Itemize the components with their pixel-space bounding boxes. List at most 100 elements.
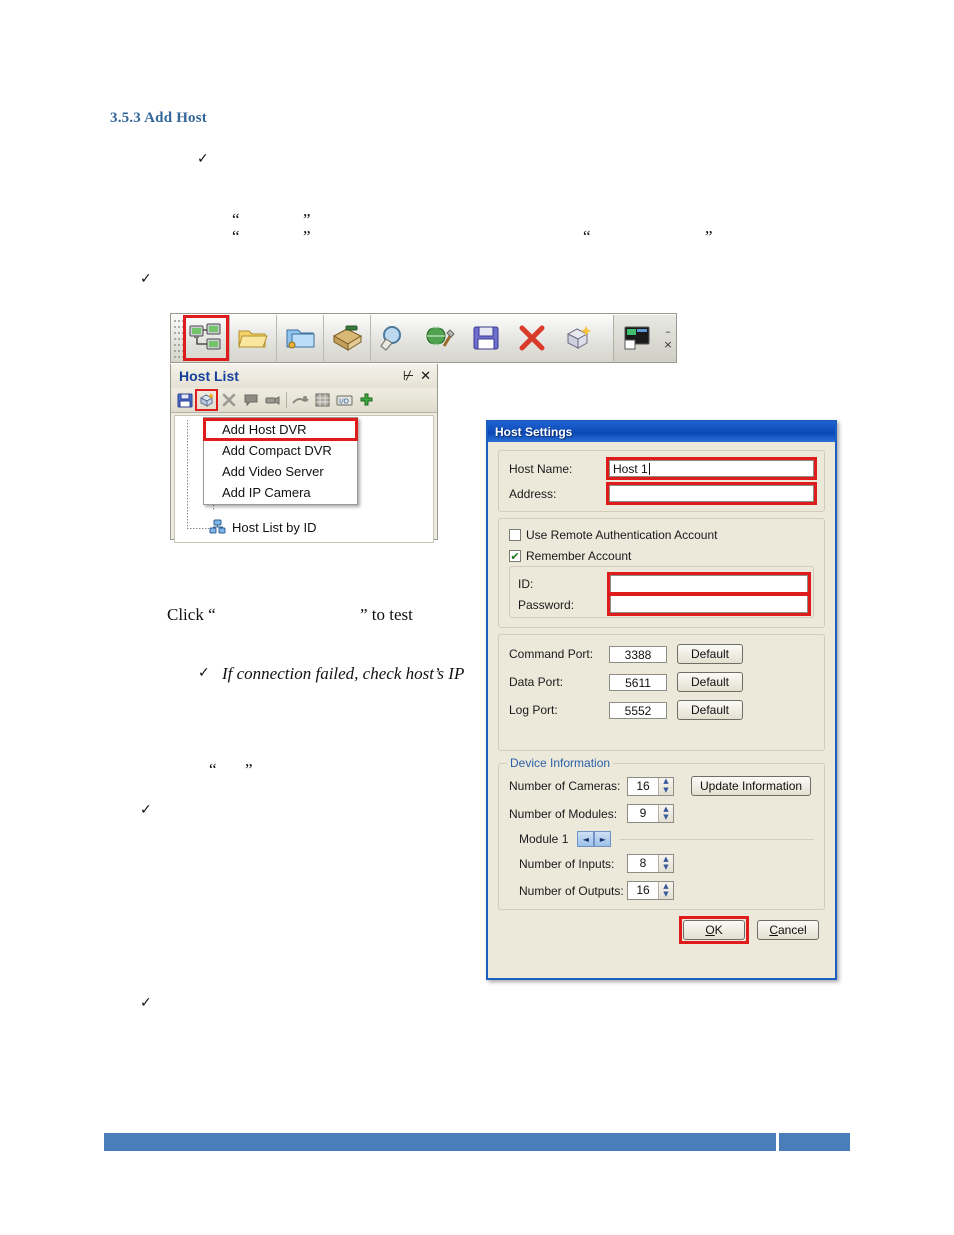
inputs-stepper[interactable]: 8 ▲ ▼ bbox=[627, 854, 674, 873]
credentials-box: ID: Password: bbox=[509, 566, 814, 618]
delete-x-icon[interactable] bbox=[509, 315, 555, 361]
add-green-icon[interactable] bbox=[356, 390, 377, 410]
toolbar-drag-grip[interactable] bbox=[173, 318, 183, 358]
camera-icon[interactable] bbox=[262, 390, 283, 410]
dialog-button-row: OK Cancel bbox=[498, 916, 825, 944]
network-icon bbox=[209, 519, 226, 534]
use-remote-auth-checkbox[interactable] bbox=[509, 529, 521, 541]
host-list-title-icons: ⊬ ✕ bbox=[403, 369, 431, 384]
host-list-icon[interactable] bbox=[183, 315, 229, 361]
log-port-default-button[interactable]: Default bbox=[677, 700, 743, 720]
command-port-default-button[interactable]: Default bbox=[677, 644, 743, 664]
update-information-button[interactable]: Update Information bbox=[691, 776, 812, 796]
spinner-arrows[interactable]: ▲ ▼ bbox=[658, 882, 673, 899]
inputs-label: Number of Inputs: bbox=[519, 856, 615, 871]
use-remote-auth-row[interactable]: Use Remote Authentication Account bbox=[509, 528, 814, 542]
footer-bar-left bbox=[104, 1133, 776, 1151]
bullet-check-4: ✓ bbox=[140, 802, 152, 818]
add-host-icon[interactable] bbox=[195, 389, 218, 411]
password-row: Password: bbox=[510, 593, 813, 616]
host-list-toolbar: I/O bbox=[171, 388, 437, 413]
window-min-close-controls[interactable]: – × bbox=[660, 315, 676, 361]
modules-row: Number of Modules: 9 ▲ ▼ bbox=[509, 804, 814, 823]
bullet-check-3: ✓ bbox=[198, 665, 210, 681]
outputs-stepper[interactable]: 16 ▲ ▼ bbox=[627, 881, 674, 900]
click-instruction-prefix: Click “ bbox=[167, 605, 216, 624]
message-icon[interactable] bbox=[240, 390, 261, 410]
id-label: ID: bbox=[518, 576, 534, 591]
spinner-arrows[interactable]: ▲ ▼ bbox=[658, 777, 673, 795]
spinner-arrows[interactable]: ▲ ▼ bbox=[658, 805, 673, 822]
remember-account-checkbox[interactable]: ✔ bbox=[509, 550, 521, 562]
tree-guide-line bbox=[187, 420, 188, 528]
application-toolbar: – × bbox=[170, 313, 677, 363]
ok-button-rest: K bbox=[714, 923, 723, 937]
bullet-check-2: ✓ bbox=[140, 271, 152, 287]
menu-item-add-ip-camera[interactable]: Add IP Camera bbox=[204, 482, 357, 503]
ok-button-highlight: OK bbox=[679, 916, 749, 944]
account-group: Use Remote Authentication Account ✔ Reme… bbox=[498, 518, 825, 628]
use-remote-auth-label: Use Remote Authentication Account bbox=[526, 528, 718, 542]
modules-stepper[interactable]: 9 ▲ ▼ bbox=[627, 804, 674, 823]
quote-open-4: “ bbox=[209, 760, 217, 779]
footer-bar-right bbox=[779, 1133, 850, 1151]
host-identity-group: Host Name: Host 1 Address: bbox=[498, 450, 825, 512]
pin-icon[interactable]: ⊬ bbox=[403, 369, 414, 384]
log-port-row: Log Port: 5552 Default bbox=[509, 700, 814, 720]
connector-icon[interactable] bbox=[290, 390, 311, 410]
add-host-context-menu: Add Host DVR Add Compact DVR Add Video S… bbox=[203, 417, 358, 505]
cancel-button[interactable]: Cancel bbox=[757, 920, 819, 940]
command-port-input[interactable]: 3388 bbox=[609, 645, 667, 663]
data-port-label: Data Port: bbox=[509, 675, 564, 689]
dialog-titlebar: Host Settings bbox=[488, 422, 835, 442]
blue-folder-icon[interactable] bbox=[277, 315, 323, 361]
data-port-row: Data Port: 5611 Default bbox=[509, 672, 814, 692]
password-label: Password: bbox=[518, 597, 575, 612]
delete-icon[interactable] bbox=[218, 390, 239, 410]
inputs-value: 8 bbox=[639, 856, 647, 870]
io-icon[interactable]: I/O bbox=[334, 390, 355, 410]
cameras-stepper[interactable]: 16 ▲ ▼ bbox=[627, 776, 674, 796]
log-port-input[interactable]: 5552 bbox=[609, 701, 667, 719]
outputs-value: 16 bbox=[636, 883, 650, 897]
tree-branch bbox=[187, 528, 209, 529]
host-list-titlebar: Host List ⊬ ✕ bbox=[171, 364, 437, 388]
address-label: Address: bbox=[509, 486, 557, 501]
module-next-button[interactable]: ► bbox=[594, 831, 612, 847]
cancel-accel-letter: C bbox=[769, 923, 778, 937]
menu-item-add-compact-dvr[interactable]: Add Compact DVR bbox=[204, 440, 357, 461]
bullet-check-1: ✓ bbox=[197, 151, 209, 167]
host-name-input[interactable]: Host 1 bbox=[606, 457, 817, 480]
ok-accel-letter: O bbox=[705, 923, 715, 937]
data-port-default-button[interactable]: Default bbox=[677, 672, 743, 692]
close-icon[interactable]: ✕ bbox=[420, 369, 431, 384]
save-floppy-icon[interactable] bbox=[463, 315, 509, 361]
host-settings-dialog: Host Settings Host Name: Host 1 Address:… bbox=[486, 420, 837, 980]
ports-group: Command Port: 3388 Default Data Port: 56… bbox=[498, 634, 825, 751]
quote-close-4: ” bbox=[245, 760, 253, 779]
search-magnifier-icon[interactable] bbox=[371, 315, 417, 361]
open-folder-icon[interactable] bbox=[230, 315, 276, 361]
dialog-title: Host Settings bbox=[495, 425, 573, 439]
outputs-row: Number of Outputs: 16 ▲ ▼ bbox=[519, 881, 814, 900]
remember-account-row[interactable]: ✔ Remember Account bbox=[509, 549, 814, 563]
data-port-input[interactable]: 5611 bbox=[609, 673, 667, 691]
archive-book-icon[interactable] bbox=[324, 315, 370, 361]
address-input[interactable] bbox=[606, 482, 817, 505]
password-input[interactable] bbox=[607, 593, 811, 616]
new-box-icon[interactable] bbox=[555, 315, 601, 361]
minimize-icon[interactable]: – bbox=[665, 325, 671, 338]
display-screen-icon[interactable] bbox=[614, 315, 660, 361]
globe-tools-icon[interactable] bbox=[417, 315, 463, 361]
module-prev-button[interactable]: ◄ bbox=[577, 831, 595, 847]
grid-icon[interactable] bbox=[312, 390, 333, 410]
menu-item-add-video-server[interactable]: Add Video Server bbox=[204, 461, 357, 482]
save-icon[interactable] bbox=[174, 390, 195, 410]
close-icon[interactable]: × bbox=[663, 338, 672, 351]
menu-item-add-host-dvr[interactable]: Add Host DVR bbox=[203, 418, 358, 441]
ok-button[interactable]: OK bbox=[683, 920, 745, 940]
id-input[interactable] bbox=[607, 572, 811, 595]
spinner-arrows[interactable]: ▲ ▼ bbox=[658, 855, 673, 872]
module-selector-row: Module 1 ◄ ► bbox=[519, 831, 814, 847]
tree-item-host-list-by-id[interactable]: Host List by ID bbox=[209, 519, 317, 535]
